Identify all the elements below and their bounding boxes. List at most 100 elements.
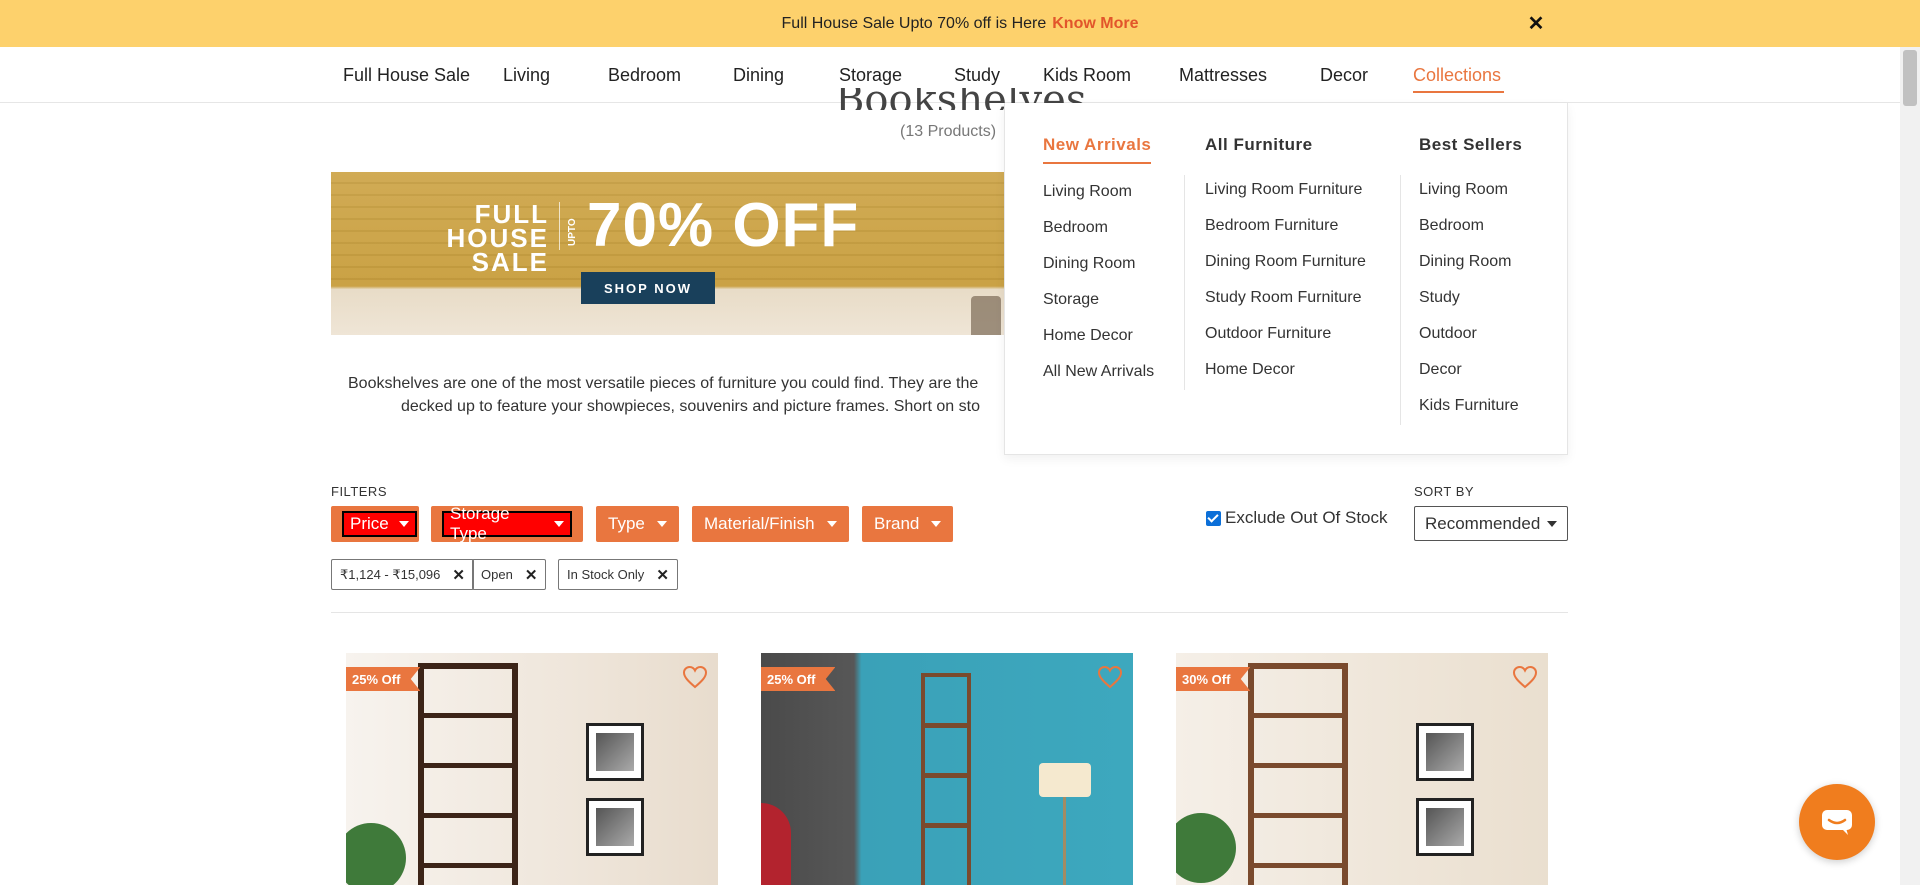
caret-down-icon bbox=[554, 521, 564, 527]
filter-brand-button[interactable]: Brand bbox=[862, 506, 954, 542]
caret-down-icon bbox=[656, 521, 667, 527]
chip-label: Open bbox=[481, 567, 513, 582]
floor-lamp-pole bbox=[1063, 797, 1066, 885]
sort-value: Recommended bbox=[1425, 513, 1541, 533]
caret-down-icon bbox=[398, 521, 409, 527]
nav-item-full-house-sale[interactable]: Full House Sale bbox=[343, 47, 497, 103]
bookshelf-shape bbox=[1248, 663, 1348, 885]
plant-shape bbox=[346, 823, 406, 885]
wishlist-heart-icon[interactable] bbox=[1097, 665, 1123, 689]
mega-heading-best-sellers[interactable]: Best Sellers bbox=[1419, 135, 1522, 162]
mega-link[interactable]: Kids Furniture bbox=[1419, 396, 1522, 432]
mega-link[interactable]: Bedroom Furniture bbox=[1205, 216, 1366, 252]
collections-mega-menu: New Arrivals Living Room Bedroom Dining … bbox=[1004, 103, 1568, 455]
mega-link[interactable]: Study bbox=[1419, 288, 1522, 324]
product-card[interactable]: 25% Off bbox=[346, 653, 718, 885]
mega-link[interactable]: Storage bbox=[1043, 290, 1154, 326]
shop-now-button[interactable]: SHOP NOW bbox=[581, 272, 715, 304]
picture-frame bbox=[586, 723, 644, 781]
chat-icon bbox=[1822, 810, 1852, 835]
filter-storage-type-button[interactable]: Storage Type bbox=[431, 504, 583, 543]
nav-item-bedroom[interactable]: Bedroom bbox=[597, 47, 725, 103]
wishlist-heart-icon[interactable] bbox=[682, 665, 708, 689]
mega-link[interactable]: Bedroom bbox=[1419, 216, 1522, 252]
shelf-plank bbox=[1248, 813, 1348, 818]
mega-link[interactable]: Living Room bbox=[1043, 182, 1154, 218]
mega-divider bbox=[1184, 175, 1185, 390]
promo-text: Full House Sale Upto 70% off is Here bbox=[781, 14, 1047, 32]
applied-filter-chip[interactable]: Open ✕ bbox=[472, 559, 547, 590]
nav-item-dining[interactable]: Dining bbox=[725, 47, 825, 103]
mega-col-best-sellers: Best Sellers Living Room Bedroom Dining … bbox=[1419, 135, 1522, 432]
mega-link[interactable]: Home Decor bbox=[1205, 360, 1366, 396]
remove-icon[interactable]: ✕ bbox=[452, 566, 465, 584]
caret-down-icon bbox=[931, 521, 942, 527]
filter-price-label: Price bbox=[350, 514, 389, 533]
product-card[interactable]: 30% Off bbox=[1176, 653, 1548, 885]
banner-upto: UPTO bbox=[567, 218, 578, 246]
close-icon[interactable]: ✕ bbox=[1525, 12, 1547, 35]
bookshelf-shape bbox=[418, 663, 518, 885]
promo-know-more-link[interactable]: Know More bbox=[1052, 15, 1138, 33]
scrollbar-thumb[interactable] bbox=[1903, 50, 1917, 106]
shelf-plank bbox=[921, 723, 971, 728]
checkbox-checked-icon[interactable] bbox=[1206, 510, 1221, 526]
nav-item-collections[interactable]: Collections bbox=[1413, 47, 1504, 103]
wishlist-heart-icon[interactable] bbox=[1512, 665, 1538, 689]
filter-material-label: Material/Finish bbox=[704, 514, 815, 533]
chip-label: In Stock Only bbox=[567, 567, 645, 582]
mega-link[interactable]: Decor bbox=[1419, 360, 1522, 396]
mega-link[interactable]: Study Room Furniture bbox=[1205, 288, 1366, 324]
filter-price-button[interactable]: Price bbox=[331, 506, 419, 542]
chat-button[interactable] bbox=[1799, 784, 1875, 860]
page-scrollbar[interactable] bbox=[1900, 47, 1920, 885]
picture-frame bbox=[1416, 798, 1474, 856]
shelf-plank bbox=[418, 713, 518, 718]
sort-select[interactable]: Recommended bbox=[1414, 506, 1568, 541]
shelf-plank bbox=[921, 823, 971, 828]
mega-link[interactable]: Living Room bbox=[1419, 180, 1522, 216]
mega-link[interactable]: Dining Room Furniture bbox=[1205, 252, 1366, 288]
sale-banner[interactable]: FULL HOUSE SALE UPTO 70% OFF SHOP NOW bbox=[331, 172, 1011, 335]
page: Full House Sale Upto 70% off is Here Kno… bbox=[0, 0, 1920, 885]
mega-col-new-arrivals: New Arrivals Living Room Bedroom Dining … bbox=[1043, 135, 1154, 398]
shelf-plank bbox=[418, 863, 518, 868]
filter-material-button[interactable]: Material/Finish bbox=[692, 506, 849, 542]
nav-item-decor[interactable]: Decor bbox=[1311, 47, 1413, 103]
mega-link[interactable]: Outdoor bbox=[1419, 324, 1522, 360]
shelf-plank bbox=[418, 763, 518, 768]
shelf-plank bbox=[418, 813, 518, 818]
filter-type-button[interactable]: Type bbox=[596, 506, 679, 542]
mega-link[interactable]: All New Arrivals bbox=[1043, 362, 1154, 398]
mega-link[interactable]: Bedroom bbox=[1043, 218, 1154, 254]
mega-link[interactable]: Dining Room bbox=[1419, 252, 1522, 288]
exclude-out-of-stock-label: Exclude Out Of Stock bbox=[1225, 508, 1388, 527]
nav-item-mattresses[interactable]: Mattresses bbox=[1169, 47, 1311, 103]
floor-lamp-shade bbox=[1039, 763, 1091, 797]
mega-heading-new-arrivals[interactable]: New Arrivals bbox=[1043, 135, 1152, 164]
nav-item-living[interactable]: Living bbox=[497, 47, 597, 103]
mega-link[interactable]: Living Room Furniture bbox=[1205, 180, 1366, 216]
mega-link[interactable]: Home Decor bbox=[1043, 326, 1154, 362]
promo-bar: Full House Sale Upto 70% off is Here Kno… bbox=[0, 0, 1920, 47]
product-card[interactable]: 25% Off bbox=[761, 653, 1133, 885]
product-count: (13 Products) bbox=[900, 123, 997, 140]
chair-shape bbox=[761, 803, 791, 885]
remove-icon[interactable]: ✕ bbox=[656, 566, 669, 584]
applied-filter-chip[interactable]: ₹1,124 - ₹15,096 ✕ bbox=[331, 559, 474, 590]
sort-label: SORT BY bbox=[1414, 484, 1475, 499]
mega-heading-all-furniture[interactable]: All Furniture bbox=[1205, 135, 1313, 162]
remove-icon[interactable]: ✕ bbox=[525, 566, 538, 584]
exclude-out-of-stock-toggle[interactable]: Exclude Out Of Stock bbox=[1206, 508, 1388, 528]
plant-shape bbox=[1176, 813, 1236, 883]
bookshelf-shape bbox=[921, 673, 971, 885]
applied-filter-chip[interactable]: In Stock Only ✕ bbox=[558, 559, 678, 590]
shelf-plank bbox=[921, 773, 971, 778]
mega-link[interactable]: Dining Room bbox=[1043, 254, 1154, 290]
banner-headline: 70% OFF bbox=[587, 191, 860, 260]
banner-title: FULL HOUSE SALE bbox=[389, 201, 549, 275]
mega-divider bbox=[1400, 175, 1401, 425]
banner-divider bbox=[559, 202, 560, 250]
divider bbox=[331, 612, 1568, 613]
mega-link[interactable]: Outdoor Furniture bbox=[1205, 324, 1366, 360]
